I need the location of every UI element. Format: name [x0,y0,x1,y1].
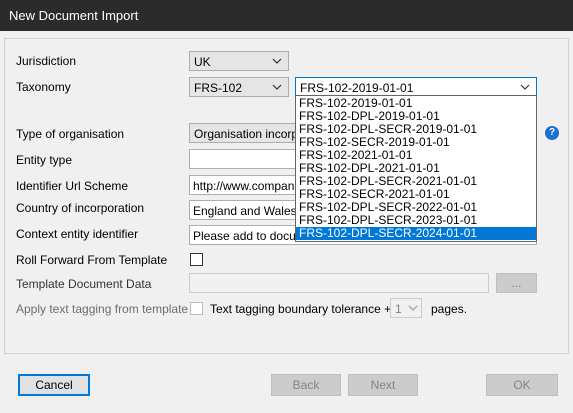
roll-forward-label: Roll Forward From Template [16,253,168,267]
taxonomy-version-select[interactable]: FRS-102-2019-01-01 [295,77,537,97]
chevron-down-icon [272,58,282,64]
taxonomy-version-value: FRS-102-2019-01-01 [300,81,414,95]
tolerance-select[interactable]: 1 [390,298,422,318]
ok-button[interactable]: OK [486,374,558,396]
text-tagging-checkbox[interactable] [190,302,203,315]
pages-label: pages. [431,302,468,316]
apply-text-tagging-label: Apply text tagging from template [16,302,189,316]
country-of-incorporation-label: Country of incorporation [16,201,145,215]
cancel-button[interactable]: Cancel [18,374,90,396]
taxonomy-version-dropdown-list[interactable]: FRS-102-2019-01-01 FRS-102-DPL-2019-01-01… [295,95,537,242]
context-entity-identifier-label: Context entity identifier [16,227,139,241]
taxonomy-option[interactable]: FRS-102-DPL-SECR-2024-01-01 [296,227,536,240]
jurisdiction-label: Jurisdiction [16,54,77,68]
roll-forward-checkbox[interactable] [190,253,203,266]
help-icon[interactable]: ? [545,126,559,140]
back-button[interactable]: Back [271,374,341,396]
chevron-down-icon [408,305,418,311]
template-document-data-field[interactable] [189,273,489,293]
chevron-down-icon [520,84,530,90]
identifier-url-scheme-label: Identifier Url Scheme [16,179,129,193]
window-title: New Document Import [9,8,139,23]
text-tagging-tolerance-label: Text tagging boundary tolerance +/- [210,302,399,316]
taxonomy-label: Taxonomy [16,80,71,94]
entity-type-label: Entity type [16,153,73,167]
template-document-data-label: Template Document Data [16,277,152,291]
next-button[interactable]: Next [348,374,418,396]
title-bar: New Document Import [0,0,573,31]
identifier-url-scheme-value: http://www.companies [193,179,310,193]
jurisdiction-value: UK [194,55,211,69]
taxonomy-value: FRS-102 [194,81,243,95]
jurisdiction-select[interactable]: UK [189,51,289,71]
browse-button[interactable]: ... [496,273,537,293]
chevron-down-icon [272,84,282,90]
type-of-organisation-label: Type of organisation [16,127,125,141]
taxonomy-select[interactable]: FRS-102 [189,77,289,97]
tolerance-value: 1 [395,302,402,316]
